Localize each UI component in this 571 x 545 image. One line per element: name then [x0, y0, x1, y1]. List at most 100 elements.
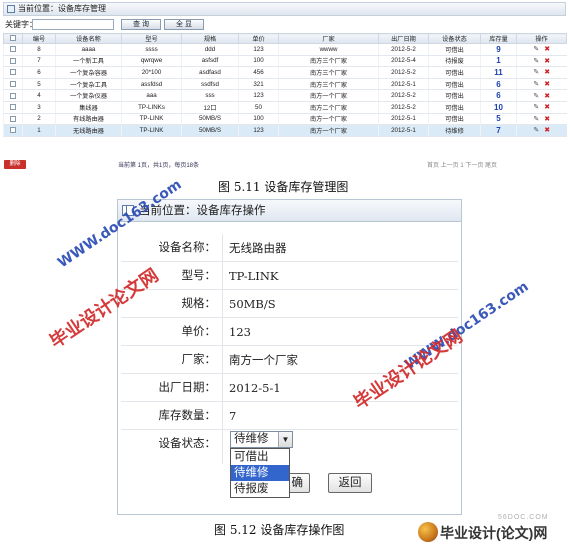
cell-date: 2012-5-1 [378, 113, 429, 126]
table-row[interactable]: 2 有线路由器 TP-LINK 50MB/S 100 南方一个厂家 2012-5… [3, 113, 567, 126]
edit-icon[interactable]: ✎ [533, 93, 539, 100]
field-value: 2012-5-1 [229, 381, 281, 395]
cell-id: 2 [22, 113, 56, 126]
row-checkbox[interactable] [3, 66, 23, 79]
delete-icon[interactable]: ✖ [544, 58, 550, 65]
edit-icon[interactable]: ✎ [533, 46, 539, 53]
cell-stock: 1 [480, 55, 517, 68]
cell-stock: 6 [480, 78, 517, 91]
cell-spec: ddd [181, 43, 239, 56]
cell-status: 可借出 [428, 78, 481, 91]
column-header: 库存量 [480, 33, 517, 44]
cell-id: 4 [22, 89, 56, 102]
status-option[interactable]: 可借出 [231, 449, 289, 465]
cell-status: 可借出 [428, 89, 481, 102]
table-row[interactable]: 4 一个复杂仪器 aaa sss 123 南方一个厂家 2012-5-2 可借出… [3, 89, 567, 102]
delete-icon[interactable]: ✖ [544, 116, 550, 123]
cell-id: 5 [22, 78, 56, 91]
delete-icon[interactable]: ✖ [544, 81, 550, 88]
row-checkbox[interactable] [3, 43, 23, 56]
row-checkbox[interactable] [3, 101, 23, 114]
cell-date: 2012-5-4 [378, 55, 429, 68]
field-value: 7 [229, 409, 237, 423]
edit-icon[interactable]: ✎ [533, 127, 539, 134]
edit-icon[interactable]: ✎ [533, 58, 539, 65]
cell-maker: 南方一个厂家 [278, 113, 379, 126]
row-checkbox[interactable] [3, 113, 23, 126]
cell-price: 123 [238, 124, 279, 137]
table-row[interactable]: 6 一个复杂容器 20*100 asdfasd 456 南方三个厂家 2012-… [3, 66, 567, 79]
cell-stock: 10 [480, 101, 517, 114]
cell-price: 50 [238, 101, 279, 114]
cell-id: 7 [22, 55, 56, 68]
cell-actions: ✎ ✖ [516, 113, 567, 126]
delete-icon[interactable]: ✖ [544, 104, 550, 111]
cell-stock: 11 [480, 66, 517, 79]
table-header-row: 编号 设备名称 型号 规格 单价 厂家 出厂日期 设备状态 库存量 操作 [3, 33, 567, 44]
breadcrumb: 当前位置：设备库存管理 [3, 2, 566, 16]
back-button[interactable]: 返回 [328, 473, 372, 493]
column-header: 设备状态 [428, 33, 481, 44]
select-all-checkbox[interactable] [3, 33, 23, 44]
cell-status: 可借出 [428, 113, 481, 126]
batch-delete-button[interactable]: 删除 [4, 160, 26, 169]
cell-status: 待报废 [428, 55, 481, 68]
row-checkbox[interactable] [3, 89, 23, 102]
cell-name: 一个复杂工具 [55, 78, 122, 91]
search-button[interactable]: 查 询 [121, 19, 161, 30]
cell-model: TP-LINK [121, 124, 182, 137]
cell-name: 一个新工具 [55, 55, 122, 68]
column-header: 单价 [238, 33, 279, 44]
delete-icon[interactable]: ✖ [544, 127, 550, 134]
cell-maker: 南方一个厂家 [278, 89, 379, 102]
cell-status: 可借出 [428, 43, 481, 56]
cell-stock: 7 [480, 124, 517, 137]
cell-name: 无线路由器 [55, 124, 122, 137]
cell-name: 一个复杂容器 [55, 66, 122, 79]
cell-date: 2012-5-2 [378, 89, 429, 102]
show-all-button[interactable]: 全 显 [164, 19, 204, 30]
pagination-nav[interactable]: 首页 上一页 1 下一页 尾页 [427, 160, 497, 169]
cell-maker: 南方三个厂家 [278, 78, 379, 91]
delete-icon[interactable]: ✖ [544, 46, 550, 53]
field-label: 设备状态： [121, 430, 223, 464]
status-option[interactable]: 待报废 [231, 481, 289, 497]
cell-price: 100 [238, 55, 279, 68]
chevron-down-icon[interactable]: ▼ [278, 432, 292, 447]
field-label: 厂家： [121, 346, 223, 374]
edit-icon[interactable]: ✎ [533, 104, 539, 111]
row-checkbox[interactable] [3, 124, 23, 137]
table-row-selected[interactable]: 1 无线路由器 TP-LINK 50MB/S 123 南方一个厂家 2012-5… [3, 124, 567, 137]
cell-price: 456 [238, 66, 279, 79]
edit-icon[interactable]: ✎ [533, 69, 539, 76]
edit-icon[interactable]: ✎ [533, 116, 539, 123]
row-checkbox[interactable] [3, 55, 23, 68]
field-row-stock: 库存数量： 7 [121, 402, 458, 430]
delete-icon[interactable]: ✖ [544, 93, 550, 100]
field-value: 南方一个厂家 [229, 353, 298, 367]
cell-maker: 南方二个厂家 [278, 101, 379, 114]
cell-model: ssss [121, 43, 182, 56]
field-value: 123 [229, 325, 251, 339]
logo-name-text: 毕业设计(论文)网 [440, 525, 548, 541]
cell-status: 可借出 [428, 101, 481, 114]
cell-spec: 50MB/S [181, 113, 239, 126]
status-option-highlighted[interactable]: 待维修 [231, 465, 289, 481]
field-value: TP-LINK [229, 269, 279, 283]
table-row[interactable]: 8 aaaa ssss ddd 123 wwww 2012-5-2 可借出 9 … [3, 43, 567, 56]
table-row[interactable]: 7 一个新工具 qwrqwe asfsdf 100 南方三个厂家 2012-5-… [3, 55, 567, 68]
field-label: 单价： [121, 318, 223, 346]
table-row[interactable]: 5 一个复杂工具 assfdsd ssdfsd 321 南方三个厂家 2012-… [3, 78, 567, 91]
window-icon [7, 5, 15, 13]
cell-model: qwrqwe [121, 55, 182, 68]
inventory-table: 编号 设备名称 型号 规格 单价 厂家 出厂日期 设备状态 库存量 操作 8 a… [3, 33, 567, 137]
table-row[interactable]: 3 集线器 TP-LINKs 12口 50 南方二个厂家 2012-5-2 可借… [3, 101, 567, 114]
status-select[interactable]: 待维修 ▼ [230, 431, 293, 448]
delete-icon[interactable]: ✖ [544, 69, 550, 76]
cell-spec: ssdfsd [181, 78, 239, 91]
row-checkbox[interactable] [3, 78, 23, 91]
cell-spec: 50MB/S [181, 124, 239, 137]
edit-icon[interactable]: ✎ [533, 81, 539, 88]
keyword-input[interactable] [32, 19, 114, 30]
cell-model: TP-LINK [121, 113, 182, 126]
